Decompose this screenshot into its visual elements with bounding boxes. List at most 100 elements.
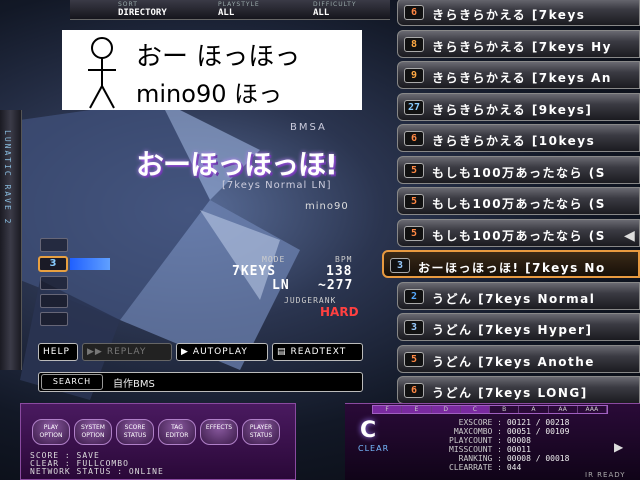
option-button[interactable]: TAG EDITOR bbox=[158, 419, 196, 445]
search-input[interactable]: 自作BMS bbox=[113, 375, 155, 390]
maxcombo-label: MAXCOMBO : bbox=[453, 427, 502, 436]
grade-cell: AAA bbox=[577, 406, 607, 413]
ranking-label: RANKING : bbox=[458, 454, 502, 463]
autoplay-button[interactable]: ▶ AUTOPLAY bbox=[176, 343, 268, 361]
grade-cell: AA bbox=[548, 406, 578, 413]
song-row-level: 6 bbox=[404, 383, 424, 398]
grade-cell: B bbox=[490, 406, 520, 413]
song-row[interactable]: 6 うどん [7keys LONG] bbox=[397, 376, 640, 404]
replay-button-label: REPLAY bbox=[106, 347, 147, 357]
option-button-label: SCORE bbox=[124, 424, 146, 431]
next-arrow-icon[interactable]: ▶ bbox=[614, 440, 623, 454]
option-button[interactable]: SCORE STATUS bbox=[116, 419, 154, 445]
option-button-sublabel: OPTION bbox=[39, 432, 63, 439]
song-title: おーほっほっほ! bbox=[136, 148, 338, 181]
option-button-label: EFFECTS bbox=[205, 424, 233, 431]
document-icon: ▤ bbox=[277, 347, 287, 357]
song-row-level: 5 bbox=[404, 194, 424, 209]
song-row-title: もしも100万あったなら (S bbox=[432, 197, 606, 211]
exscore-row: EXSCORE : 00121 / 00218 bbox=[430, 418, 570, 427]
song-row[interactable]: 6 きらきらかえる [10keys bbox=[397, 124, 640, 152]
difficulty-selector[interactable]: DIFFICULTY ALL bbox=[313, 1, 357, 19]
clearrate-row: CLEARRATE : 044 bbox=[430, 463, 521, 472]
bpm-value: 138 bbox=[326, 264, 353, 279]
scroll-left-icon[interactable]: ◀ bbox=[624, 228, 635, 244]
song-row-title: うどん [7keys Hyper] bbox=[432, 323, 593, 337]
select-screen: SORT DIRECTORY PLAYSTYLE ALL DIFFICULTY … bbox=[0, 0, 640, 480]
song-row-title: きらきらかえる [7keys An bbox=[432, 71, 612, 85]
song-row[interactable]: 8 きらきらかえる [7keys Hy bbox=[397, 29, 640, 58]
option-button-sublabel: EDITOR bbox=[165, 432, 189, 439]
option-button[interactable]: PLAY OPTION bbox=[32, 419, 70, 445]
exscore-value: 00121 / 00218 bbox=[506, 418, 570, 427]
song-row-title: うどん [7keys LONG] bbox=[432, 386, 588, 400]
song-row[interactable]: 27 きらきらかえる [9keys] bbox=[397, 92, 640, 121]
song-row-level: 6 bbox=[404, 131, 424, 146]
option-button-sublabel: STATUS bbox=[123, 432, 147, 439]
search-field[interactable]: SEARCH 自作BMS bbox=[38, 372, 363, 392]
difficulty-label: DIFFICULTY bbox=[313, 1, 357, 8]
playcount-value: 00008 bbox=[506, 436, 531, 445]
song-row-selected[interactable]: 3 おーほっほっほ! [7keys No bbox=[382, 250, 640, 278]
option-button-sublabel: STATUS bbox=[249, 432, 273, 439]
fast-forward-icon: ▶▶ bbox=[87, 347, 103, 357]
song-row-title: うどん [7keys Normal bbox=[432, 291, 596, 306]
song-row[interactable]: 5 うどん [7keys Anothe bbox=[397, 344, 640, 373]
song-row[interactable]: 2 うどん [7keys Normal bbox=[397, 281, 640, 310]
mode-value: 7KEYS bbox=[232, 264, 277, 279]
grade-cell: E bbox=[402, 406, 432, 413]
network-status: NETWORK STATUS : ONLINE bbox=[30, 467, 164, 476]
option-button[interactable]: PLAYER STATUS bbox=[242, 419, 280, 445]
grade-cell: A bbox=[519, 406, 549, 413]
help-button-label: HELP bbox=[43, 347, 70, 357]
song-row[interactable]: 9 きらきらかえる [7keys An bbox=[397, 61, 640, 89]
song-row[interactable]: 5 もしも100万あったなら (S bbox=[397, 155, 640, 184]
difficulty-slot bbox=[40, 294, 68, 308]
banner-text-line1: おー ほっほっ bbox=[136, 42, 301, 72]
song-row[interactable]: 5 もしも100万あったなら (S bbox=[397, 187, 640, 215]
misscount-value: 00011 bbox=[506, 445, 531, 454]
sort-label: SORT bbox=[118, 1, 138, 8]
mode-label: MODE bbox=[262, 255, 286, 264]
exscore-label: EXSCORE : bbox=[458, 418, 502, 427]
song-row-title: きらきらかえる [7keys Hy bbox=[432, 39, 612, 54]
left-strip-label: LUNATIC RAVE 2 bbox=[3, 130, 12, 226]
song-artist: mino90 bbox=[305, 201, 349, 212]
song-row[interactable]: 5 もしも100万あったなら (S bbox=[397, 218, 640, 247]
judgerank-label: JUDGERANK bbox=[284, 296, 337, 305]
difficulty-slot-active: 3 bbox=[38, 256, 68, 272]
stick-figure-drawing bbox=[88, 37, 116, 109]
option-button[interactable]: SYSTEM OPTION bbox=[74, 419, 112, 445]
replay-button[interactable]: ▶▶ REPLAY bbox=[82, 343, 172, 361]
song-row-level: 5 bbox=[404, 162, 424, 178]
search-label: SEARCH bbox=[41, 374, 103, 390]
sort-selector[interactable]: SORT DIRECTORY bbox=[118, 1, 167, 19]
grade-letter: C bbox=[360, 418, 377, 443]
song-subtitle: [7keys Normal LN] bbox=[222, 180, 332, 191]
grade-cell: F bbox=[373, 406, 403, 413]
song-row[interactable]: 3 うどん [7keys Hyper] bbox=[397, 313, 640, 341]
ln-label: LN bbox=[272, 278, 290, 293]
ln-value: ~277 bbox=[318, 278, 354, 293]
clear-label: CLEAR bbox=[358, 444, 390, 453]
autoplay-button-label: AUTOPLAY bbox=[192, 347, 248, 357]
ranking-row: RANKING : 00008 / 00018 bbox=[430, 454, 570, 463]
song-row-title: もしも100万あったなら (S bbox=[432, 165, 606, 180]
playstyle-label: PLAYSTYLE bbox=[218, 1, 260, 8]
level-bar bbox=[70, 258, 110, 270]
readtext-button-label: READTEXT bbox=[290, 347, 347, 357]
banner-text-line2: mino90 ほっ bbox=[136, 80, 283, 108]
playcount-row: PLAYCOUNT : 00008 bbox=[430, 436, 531, 445]
option-button[interactable]: EFFECTS bbox=[200, 419, 238, 445]
status-lines: SCORE : SAVE CLEAR : FULLCOMBO NETWORK S… bbox=[30, 452, 164, 476]
readtext-button[interactable]: ▤ READTEXT bbox=[272, 343, 363, 361]
song-row-title: きらきらかえる [10keys bbox=[432, 134, 596, 148]
difficulty-slot bbox=[40, 312, 68, 326]
option-button-label: SYSTEM bbox=[81, 424, 105, 431]
playstyle-selector[interactable]: PLAYSTYLE ALL bbox=[218, 1, 260, 19]
song-row-level: 5 bbox=[404, 351, 424, 367]
playcount-label: PLAYCOUNT : bbox=[449, 436, 502, 445]
help-button[interactable]: HELP bbox=[38, 343, 78, 361]
sort-value: DIRECTORY bbox=[118, 8, 167, 18]
song-row[interactable]: 6 きらきらかえる [7keys bbox=[397, 0, 640, 26]
